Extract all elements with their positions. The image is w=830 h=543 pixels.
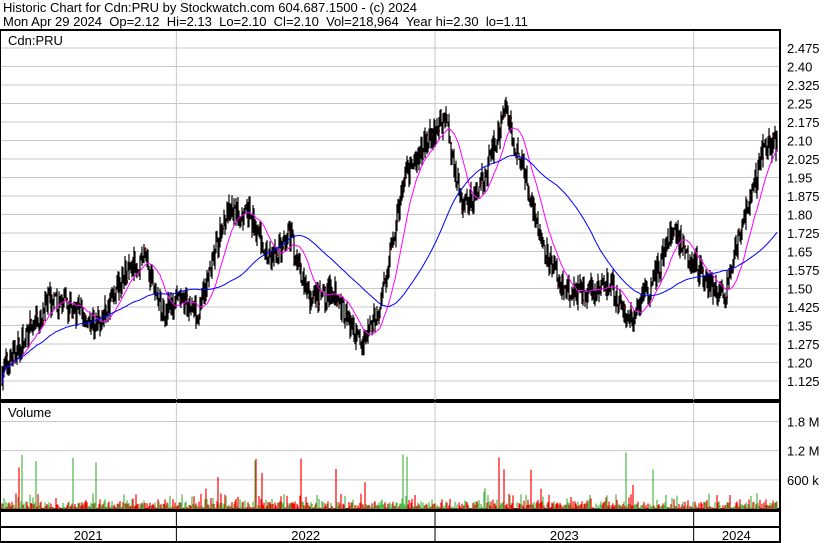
volume-panel-label: Volume	[8, 405, 51, 420]
price-tick-label: 1.575	[787, 263, 820, 278]
price-tick-label: 1.275	[787, 337, 820, 352]
volume-panel	[0, 401, 781, 512]
price-tick-label: 1.80	[787, 208, 812, 223]
year-label: 2021	[74, 528, 103, 543]
price-tick-label: 1.20	[787, 356, 812, 371]
price-tick-label: 2.25	[787, 97, 812, 112]
price-tick-label: 2.40	[787, 60, 812, 75]
year-label: 2024	[722, 528, 751, 543]
year-label: 2023	[550, 528, 579, 543]
volume-tick-label: 1.2 M	[787, 444, 820, 459]
price-tick-label: 2.175	[787, 115, 820, 130]
price-tick-label: 2.325	[787, 78, 820, 93]
price-tick-label: 2.025	[787, 152, 820, 167]
price-tick-label: 1.125	[787, 374, 820, 389]
price-tick-label: 1.50	[787, 282, 812, 297]
price-tick-label: 1.425	[787, 300, 820, 315]
price-tick-label: 1.35	[787, 319, 812, 334]
volume-tick-label: 600 k	[787, 473, 819, 488]
price-tick-label: 2.475	[787, 41, 820, 56]
chart-canvas: 2.475 2.40 2.325 2.25 2.175 2.10 2.025 1.95 1.87…	[0, 29, 820, 543]
stock-chart: Historic Chart for Cdn:PRU by Stockwatch…	[0, 0, 830, 543]
price-panel-label: Cdn:PRU	[8, 33, 63, 48]
volume-tick-label: 1.8 M	[787, 414, 820, 429]
year-label: 2022	[291, 528, 320, 543]
price-tick-label: 1.725	[787, 226, 820, 241]
time-axis	[0, 508, 781, 543]
price-tick-label: 2.10	[787, 134, 812, 149]
price-tick-label: 1.875	[787, 189, 820, 204]
price-tick-label: 1.95	[787, 171, 812, 186]
price-tick-label: 1.65	[787, 245, 812, 260]
